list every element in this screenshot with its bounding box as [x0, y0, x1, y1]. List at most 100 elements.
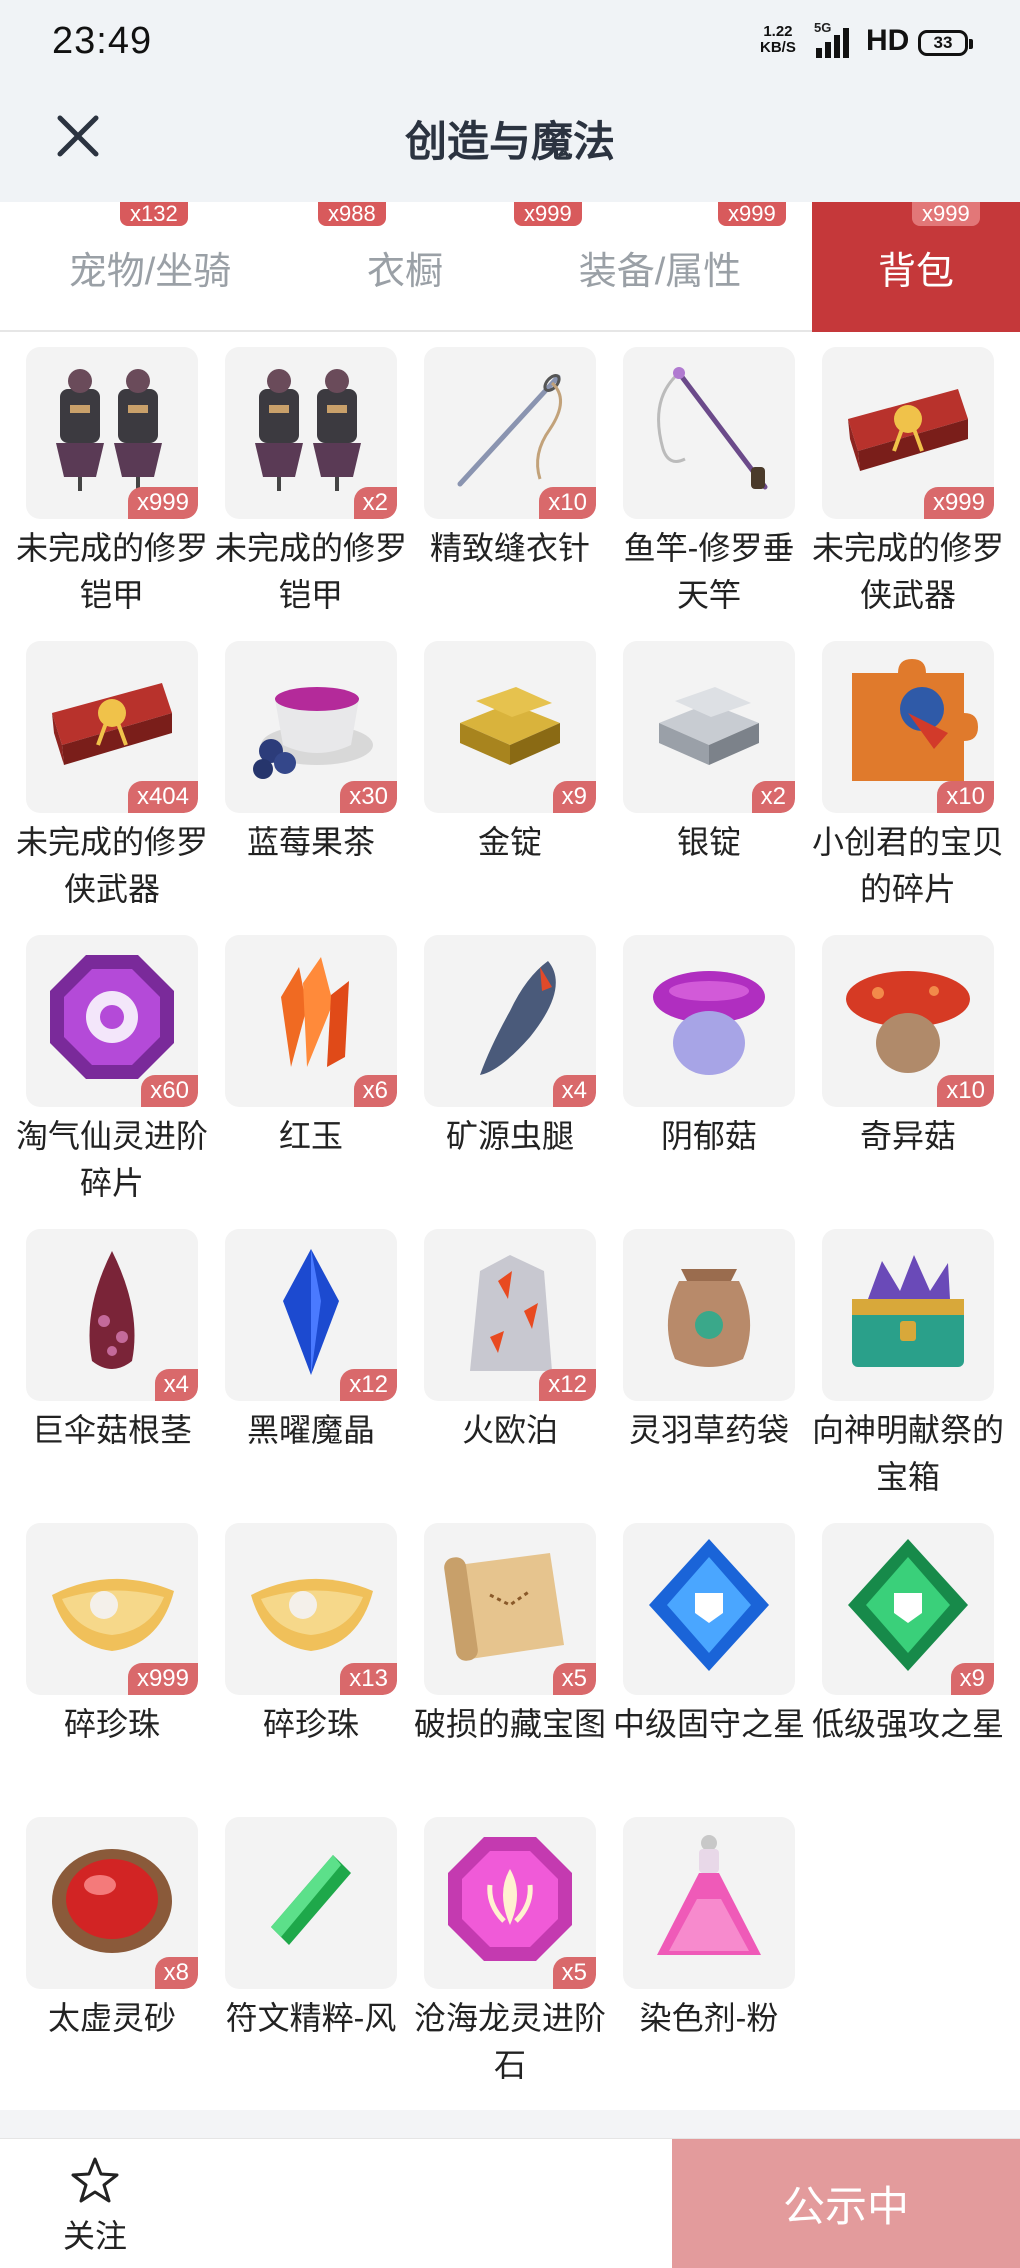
item-count: x10: [539, 487, 596, 519]
item-thumb: [225, 1817, 397, 1989]
item-count: x12: [539, 1369, 596, 1401]
item-count: x9: [552, 781, 596, 813]
item-name: 金锭: [477, 824, 542, 860]
weapon-box-icon: [52, 683, 172, 765]
item-count: x60: [141, 1075, 198, 1107]
insect-leg-icon: [480, 961, 556, 1075]
bottom-bar: 关注 公示中: [0, 2138, 1020, 2268]
item-name: 矿源虫腿: [445, 1118, 574, 1154]
tab-badge: x999: [912, 202, 980, 226]
item-name: 火欧泊: [461, 1412, 558, 1448]
purple-mushroom-icon: [653, 971, 765, 1075]
category-tabs: x132 宠物/坐骑 x988 衣橱 x999 x999 装备/属性 x999 …: [0, 202, 1020, 332]
item-count: x2: [353, 487, 397, 519]
item-name: 未完成的修罗铠甲: [15, 530, 208, 613]
item-thumb: x10: [822, 641, 994, 813]
blue-crystal-icon: [283, 1249, 339, 1375]
red-mushroom-icon: [846, 971, 970, 1073]
item-name: 巨伞菇根茎: [31, 1412, 192, 1448]
top-bar: 23:49 1.22 KB/S 5G HD 33 创造与魔法: [0, 0, 1020, 202]
item-name: 银锭: [676, 824, 741, 860]
item-count: x10: [937, 1075, 994, 1107]
blue-star-icon: [649, 1539, 769, 1671]
item-name: 符文精粹-风: [225, 2000, 397, 2036]
item-thumb: x6: [225, 935, 397, 1107]
item-name: 灵羽草药袋: [628, 1412, 789, 1448]
item-thumb: x999: [26, 1523, 198, 1695]
item-thumb: x13: [225, 1523, 397, 1695]
item-count: x4: [552, 1075, 596, 1107]
item-count: x6: [353, 1075, 397, 1107]
item-name: 黑曜魔晶: [246, 1412, 375, 1448]
purple-gem-icon: [50, 955, 174, 1079]
status-time: 23:49: [52, 20, 153, 62]
item-thumb: x9: [424, 641, 596, 813]
status-bar: 23:49 1.22 KB/S 5G HD 33: [0, 0, 1020, 86]
item-thumb: x9: [822, 1523, 994, 1695]
tab-wardrobe[interactable]: x988 衣橱: [290, 202, 520, 332]
item-thumb: x10: [424, 347, 596, 519]
item-name: 碎珍珠: [262, 1706, 359, 1742]
red-crystal-icon: [281, 957, 349, 1067]
tab-badge: x132: [120, 202, 188, 226]
item-count: x9: [950, 1663, 994, 1695]
page-title: 创造与魔法: [404, 118, 615, 165]
gold-ingot-icon: [460, 687, 560, 765]
item-name: 奇异菇: [859, 1118, 956, 1154]
item-thumb: [623, 1229, 795, 1401]
needle-icon: [457, 374, 562, 487]
item-thumb: x404: [26, 641, 198, 813]
item-thumb: [822, 1229, 994, 1401]
item-count: x999: [127, 487, 198, 519]
pearl-shell-icon: [251, 1578, 373, 1651]
item-name: 碎珍珠: [63, 1706, 160, 1742]
item-thumb: x2: [225, 347, 397, 519]
item-name: 红玉: [278, 1118, 343, 1154]
follow-button[interactable]: 关注: [50, 2155, 140, 2257]
item-thumb: x4: [424, 935, 596, 1107]
item-thumb: [623, 347, 795, 519]
tab-badge: x988: [318, 202, 386, 226]
item-count: x5: [552, 1663, 596, 1695]
item-thumb: x60: [26, 935, 198, 1107]
tea-icon: [253, 687, 373, 779]
fire-opal-icon: [470, 1255, 552, 1371]
battery-icon: 33: [918, 30, 973, 56]
network-speed: 1.22 KB/S: [760, 23, 796, 56]
treasure-map-icon: [444, 1553, 564, 1661]
item-count: x12: [340, 1369, 397, 1401]
item-name: 太虚灵砂: [47, 2000, 176, 2036]
item-thumb: x999: [26, 347, 198, 519]
item-count: x5: [552, 1957, 596, 1989]
item-name: 破损的藏宝图: [413, 1706, 606, 1742]
tab-equipment[interactable]: x999 x999 装备/属性: [514, 202, 790, 332]
public-status-button[interactable]: 公示中: [672, 2139, 1020, 2268]
item-thumb: x5: [424, 1523, 596, 1695]
mushroom-stem-icon: [89, 1251, 135, 1369]
item-name: 低级强攻之星: [811, 1706, 1004, 1742]
pink-potion-icon: [657, 1835, 761, 1955]
tab-backpack[interactable]: x999 背包: [812, 202, 1020, 332]
herb-bag-icon: [667, 1269, 751, 1367]
fishing-rod-icon: [657, 367, 768, 490]
tab-label: 衣橱: [366, 250, 443, 293]
red-stone-icon: [52, 1849, 172, 1953]
item-count: x8: [154, 1957, 198, 1989]
item-name: 未完成的修罗侠武器: [811, 530, 1004, 613]
tab-badge: x999: [514, 202, 582, 226]
tab-label: 装备/属性: [578, 250, 742, 293]
item-count: x999: [923, 487, 994, 519]
item-name: 未完成的修罗侠武器: [15, 824, 208, 907]
item-count: x404: [127, 781, 198, 813]
item-name: 向神明献祭的宝箱: [811, 1412, 1004, 1495]
star-icon: [71, 2157, 119, 2203]
item-thumb: x12: [424, 1229, 596, 1401]
item-count: x999: [127, 1663, 198, 1695]
item-name: 中级固守之星: [612, 1706, 805, 1742]
item-thumb: x5: [424, 1817, 596, 1989]
item-thumb: x10: [822, 935, 994, 1107]
armor-icon: [56, 369, 162, 491]
tab-pets-mounts[interactable]: x132 宠物/坐骑: [20, 202, 280, 332]
tab-label: 背包: [877, 250, 954, 293]
item-name: 未完成的修罗铠甲: [214, 530, 407, 613]
